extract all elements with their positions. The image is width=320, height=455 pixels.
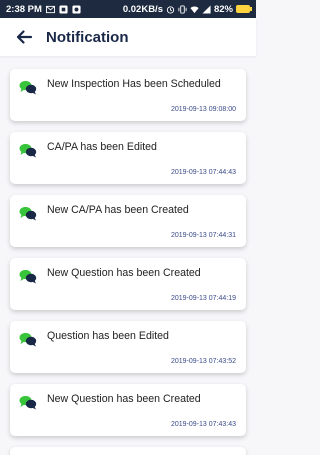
notification-text: Question has been Edited <box>47 330 169 342</box>
notification-time: 2019-09-13 07:43:52 <box>171 358 236 365</box>
chat-bubbles-icon <box>19 80 37 95</box>
notification-time: 2019-09-13 07:44:43 <box>171 169 236 176</box>
gmail-icon <box>45 5 55 13</box>
notification-text: New Question has been Created <box>47 393 201 405</box>
notification-time: 2019-09-13 07:44:19 <box>171 295 236 302</box>
back-button[interactable] <box>14 27 34 47</box>
notification-item[interactable]: Question has been Edited 2019-09-13 07:4… <box>10 321 246 373</box>
notification-text: New Inspection Has been Scheduled <box>47 78 221 90</box>
notification-item[interactable]: New CA/PA has been Created 2019-09-13 07… <box>10 195 246 247</box>
arrow-left-icon <box>16 30 33 44</box>
app-notification-icon <box>59 4 68 14</box>
vibrate-icon <box>178 4 187 14</box>
notification-time: 2019-09-13 07:43:43 <box>171 421 236 428</box>
notification-text: CA/PA has been Edited <box>47 141 157 153</box>
notification-text: New CA/PA has been Created <box>47 204 189 216</box>
network-speed: 0.02KB/s <box>122 3 163 15</box>
notification-item[interactable]: New Question has been Created 2019-09-13… <box>10 384 246 436</box>
status-time: 2:38 PM <box>6 3 42 15</box>
notification-time: 2019-09-13 07:44:31 <box>171 232 236 239</box>
notification-list: New Inspection Has been Scheduled 2019-0… <box>0 56 256 455</box>
chat-bubbles-icon <box>19 395 37 410</box>
notification-item[interactable]: New Inspection Has been Scheduled 2019-0… <box>10 69 246 121</box>
notification-text: New Question has been Created <box>47 267 201 279</box>
page-title: Notification <box>46 28 129 46</box>
status-bar: 2:38 PM 0.02KB/s 82% <box>0 0 256 18</box>
chat-bubbles-icon <box>19 143 37 158</box>
alarm-icon <box>166 5 175 14</box>
signal-icon <box>202 4 211 14</box>
battery-percentage: 82% <box>213 3 233 15</box>
wifi-icon <box>190 6 199 13</box>
chat-status-icon <box>72 4 81 14</box>
notification-item[interactable]: New Question has been Created 2019-09-13… <box>10 258 246 310</box>
notification-item-partial[interactable] <box>10 447 246 455</box>
app-header: Notification <box>0 18 256 56</box>
notification-item[interactable]: CA/PA has been Edited 2019-09-13 07:44:4… <box>10 132 246 184</box>
chat-bubbles-icon <box>19 206 37 221</box>
battery-icon <box>236 5 252 13</box>
chat-bubbles-icon <box>19 332 37 347</box>
chat-bubbles-icon <box>19 269 37 284</box>
notification-time: 2019-09-13 09:08:00 <box>171 106 236 113</box>
